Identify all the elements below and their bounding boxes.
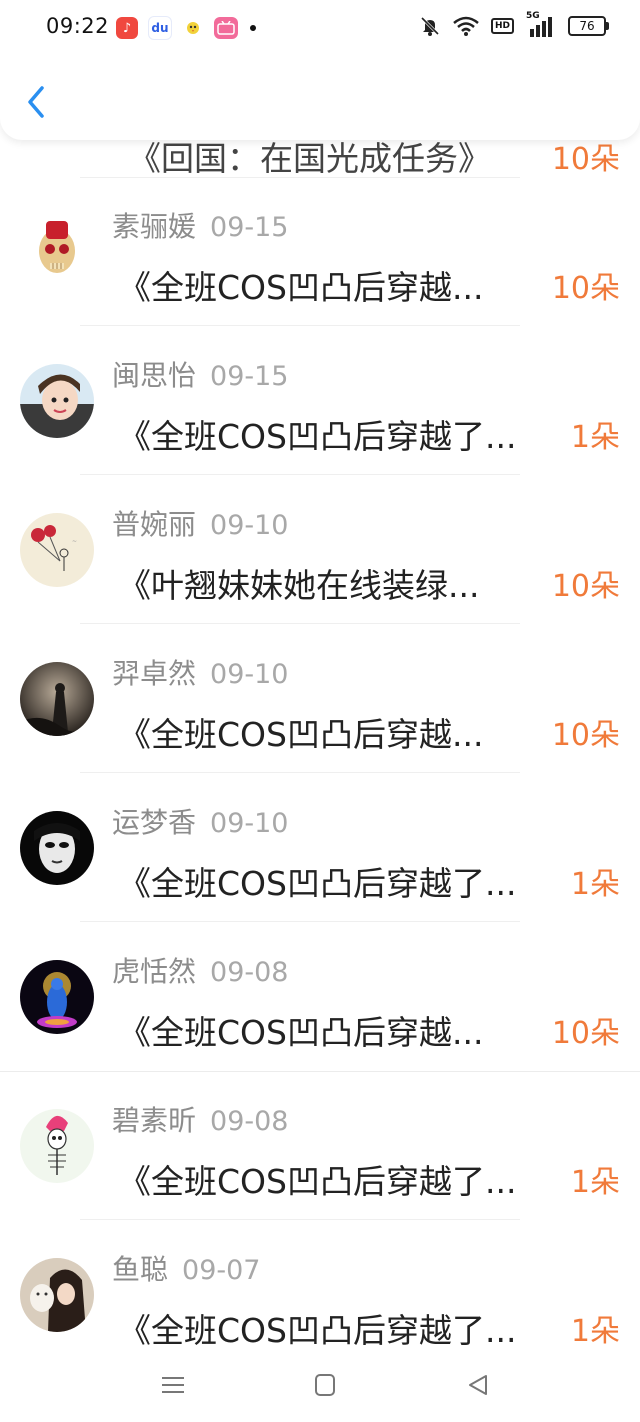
buddha-avatar-icon xyxy=(20,960,94,1034)
date: 09-08 xyxy=(210,1106,289,1137)
child-photo-avatar-icon xyxy=(20,364,94,438)
user-name: 鱼聪 xyxy=(112,1253,169,1286)
flower-count: 1朵 xyxy=(570,1165,620,1200)
list-item-title: 《全班COS凹凸后穿越... xyxy=(118,715,484,754)
list-item[interactable]: 碧素昕 09-08 《全班COS凹凸后穿越了... 1朵 xyxy=(0,1071,640,1220)
user-name: 素骊媛 xyxy=(112,210,197,243)
status-indicators: HD 5G 76 xyxy=(419,11,609,37)
user-name-line: 闽思怡 09-15 xyxy=(112,354,288,394)
flower-count: 10朵 xyxy=(551,569,620,604)
user-name-line: 鱼聪 09-07 xyxy=(112,1248,260,1288)
dark-figure-avatar-icon xyxy=(20,662,94,736)
user-name: 虎恬然 xyxy=(112,955,197,988)
battery-level: 76 xyxy=(579,19,595,33)
menu-icon xyxy=(162,1377,184,1393)
back-triangle-icon xyxy=(469,1375,487,1395)
home-button[interactable] xyxy=(310,1370,340,1400)
punk-skeleton-avatar-icon xyxy=(20,1109,94,1183)
avatar[interactable] xyxy=(20,364,94,438)
user-name-line: 普婉丽 09-10 xyxy=(112,503,288,543)
user-name: 闽思怡 xyxy=(112,359,197,392)
user-name-line: 虎恬然 09-08 xyxy=(112,950,288,990)
list-item-title: 《叶翘妹妹她在线装绿... xyxy=(118,566,480,605)
user-name: 运梦香 xyxy=(112,806,197,839)
list-item-title: 《全班COS凹凸后穿越... xyxy=(118,1013,484,1052)
list-item-title: 《全班COS凹凸后穿越了... xyxy=(118,417,517,456)
music-app-icon: ♪ xyxy=(116,17,138,39)
date: 09-08 xyxy=(210,957,289,988)
list-item[interactable]: ~ 普婉丽 09-10 《叶翘妹妹她在线装绿... 10朵 xyxy=(0,475,640,624)
avatar[interactable] xyxy=(20,213,94,287)
list-item[interactable]: 素骊媛 09-15 《全班COS凹凸后穿越... 10朵 xyxy=(0,177,640,326)
wifi-icon xyxy=(453,16,479,36)
header-bar xyxy=(0,58,640,140)
list-item[interactable]: 闽思怡 09-15 《全班COS凹凸后穿越了... 1朵 xyxy=(0,326,640,475)
avatar[interactable]: ~ xyxy=(20,513,94,587)
back-button[interactable] xyxy=(20,82,52,122)
date: 09-10 xyxy=(210,659,289,690)
date: 09-10 xyxy=(210,808,289,839)
list-item[interactable]: 羿卓然 09-10 《全班COS凹凸后穿越... 10朵 xyxy=(0,624,640,773)
flower-count: 10朵 xyxy=(551,271,620,306)
user-name: 羿卓然 xyxy=(112,657,197,690)
user-name: 普婉丽 xyxy=(112,508,197,541)
battery-icon: 76 xyxy=(568,16,609,36)
avatar[interactable] xyxy=(20,1258,94,1332)
flower-count: 1朵 xyxy=(570,867,620,902)
list-item-title: 《全班COS凹凸后穿越了... xyxy=(118,1311,517,1350)
status-time: 09:22 xyxy=(46,14,110,38)
user-name: 碧素昕 xyxy=(112,1104,197,1137)
avatar[interactable] xyxy=(20,960,94,1034)
mute-bell-icon xyxy=(420,16,440,36)
skull-avatar-icon xyxy=(20,213,94,287)
notification-app-icons: ♪ du xyxy=(116,16,256,40)
list-item[interactable]: 运梦香 09-10 《全班COS凹凸后穿越了... 1朵 xyxy=(0,773,640,922)
home-square-icon xyxy=(315,1374,335,1396)
date: 09-10 xyxy=(210,510,289,541)
flower-count: 10朵 xyxy=(551,718,620,753)
avatar[interactable] xyxy=(20,811,94,885)
chevron-left-icon xyxy=(28,86,44,118)
list-item-title: 《全班COS凹凸后穿越... xyxy=(118,268,484,307)
date: 09-15 xyxy=(210,361,289,392)
list-item[interactable]: 虎恬然 09-08 《全班COS凹凸后穿越... 10朵 xyxy=(0,922,640,1071)
bird-app-icon xyxy=(182,17,204,39)
user-name-line: 素骊媛 09-15 xyxy=(112,205,288,245)
user-name-line: 运梦香 09-10 xyxy=(112,801,288,841)
woman-cat-avatar-icon xyxy=(20,1258,94,1332)
avatar[interactable] xyxy=(20,662,94,736)
hd-badge: HD xyxy=(490,18,514,34)
system-nav-bar xyxy=(0,1350,640,1422)
list-item-title: 《全班COS凹凸后穿越了... xyxy=(118,864,517,903)
user-name-line: 羿卓然 09-10 xyxy=(112,652,288,692)
list-item[interactable]: 鱼聪 09-07 《全班COS凹凸后穿越了... 1朵 xyxy=(0,1220,640,1369)
date: 09-07 xyxy=(182,1255,261,1286)
back-nav-button[interactable] xyxy=(462,1370,492,1400)
flower-count: 1朵 xyxy=(570,1314,620,1349)
svg-text:~: ~ xyxy=(72,538,77,545)
bilibili-app-icon xyxy=(214,17,238,39)
flower-count: 10朵 xyxy=(551,1016,620,1051)
date: 09-15 xyxy=(210,212,289,243)
avatar[interactable] xyxy=(20,1109,94,1183)
status-bar: 09:22 ♪ du HD 5G 76 xyxy=(0,0,640,58)
screen: 《回国：在国光成任务》 10朵 素骊媛 09-15 《全班COS凹凸后穿越...… xyxy=(0,0,640,1422)
flower-count: 10朵 xyxy=(551,142,620,177)
menu-button[interactable] xyxy=(158,1370,188,1400)
balloon-sketch-avatar-icon: ~ xyxy=(20,513,94,587)
list-item-title: 《全班COS凹凸后穿越了... xyxy=(118,1162,517,1201)
signal-icon: 5G xyxy=(526,11,556,37)
mask-face-avatar-icon xyxy=(20,811,94,885)
user-name-line: 碧素昕 09-08 xyxy=(112,1099,288,1139)
flower-count: 1朵 xyxy=(570,420,620,455)
more-notifications-dot xyxy=(250,25,256,31)
baidu-app-icon: du xyxy=(148,16,172,40)
